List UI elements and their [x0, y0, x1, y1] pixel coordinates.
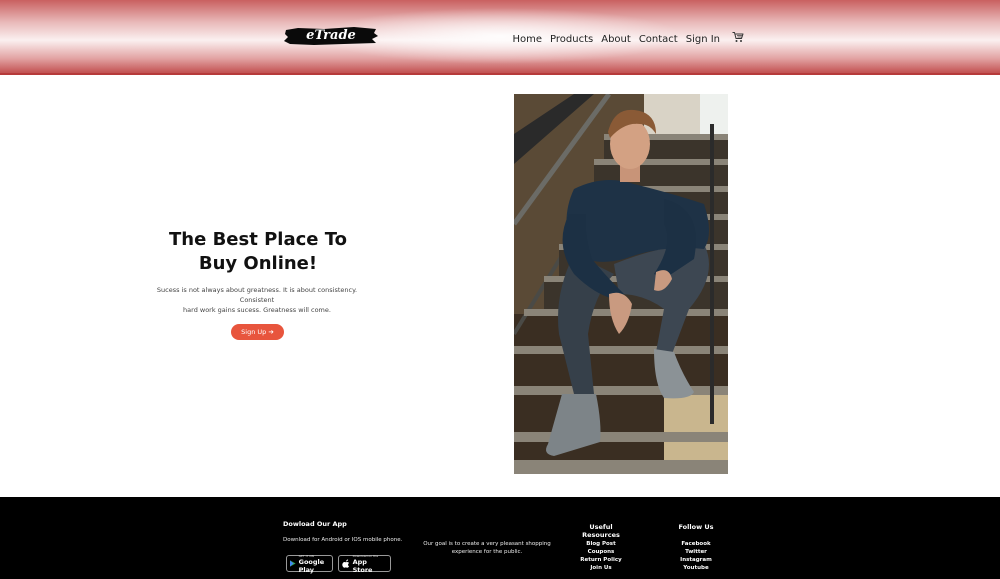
- hero-photo-illustration: [514, 94, 728, 474]
- footer-link-return-policy[interactable]: Return Policy: [572, 556, 630, 564]
- nav-about[interactable]: About: [601, 34, 631, 45]
- hero-image: [514, 94, 728, 474]
- hero-subtitle-line-1: Sucess is not always about greatness. It…: [156, 286, 358, 304]
- app-store-big: App Store: [352, 557, 373, 574]
- logo-text: eTrade: [306, 28, 356, 43]
- footer-link-youtube[interactable]: Youtube: [670, 564, 722, 572]
- apple-icon: [342, 559, 350, 568]
- nav-contact[interactable]: Contact: [639, 34, 678, 45]
- nav-home[interactable]: Home: [513, 34, 543, 45]
- hero-title-line-1: The Best Place To: [169, 229, 347, 250]
- footer-link-twitter[interactable]: Twitter: [670, 548, 722, 556]
- sign-up-button[interactable]: Sign Up ➔: [231, 324, 284, 340]
- footer-resources-list: Blog Post Coupons Return Policy Join Us: [572, 540, 630, 572]
- footer-link-coupons[interactable]: Coupons: [572, 548, 630, 556]
- cart-icon[interactable]: [732, 31, 744, 43]
- google-play-badge[interactable]: GET IT ON Google Play: [286, 554, 333, 574]
- google-play-text: GET IT ON Google Play: [299, 554, 329, 574]
- footer-app-heading: Dowload Our App: [283, 520, 347, 528]
- footer-link-instagram[interactable]: Instagram: [670, 556, 722, 564]
- hero-subtitle: Sucess is not always about greatness. It…: [142, 285, 372, 315]
- footer-link-join-us[interactable]: Join Us: [572, 564, 630, 572]
- footer-follow-heading: Follow Us: [678, 523, 714, 531]
- hero-subtitle-line-2: hard work gains sucess. Greatness will c…: [183, 306, 331, 314]
- nav-products[interactable]: Products: [550, 34, 593, 45]
- logo[interactable]: eTrade: [284, 26, 378, 46]
- hero-title-line-2: Buy Online!: [198, 253, 318, 274]
- footer-app-text: Download for Android or IOS mobile phone…: [283, 537, 403, 543]
- footer: Dowload Our App Download for Android or …: [0, 497, 1000, 579]
- footer-about-text: Our goal is to create a very pleasant sh…: [420, 540, 554, 556]
- footer-about-line-1: Our goal is to create a very pleasant sh…: [423, 541, 551, 547]
- nav-sign-in[interactable]: Sign In: [686, 34, 720, 45]
- app-store-badge[interactable]: Download on the App Store: [338, 554, 391, 574]
- footer-resources-heading: Useful Resources: [582, 523, 620, 539]
- hero-title: The Best Place To Buy Online!: [140, 228, 376, 276]
- footer-follow-list: Facebook Twitter Instagram Youtube: [670, 540, 722, 572]
- footer-link-blog-post[interactable]: Blog Post: [572, 540, 630, 548]
- main-nav: Home Products About Contact Sign In: [513, 30, 744, 48]
- header: eTrade Home Products About Contact Sign …: [0, 0, 1000, 75]
- footer-about-line-2: experience for the public.: [451, 549, 523, 555]
- google-play-big: Google Play: [298, 557, 325, 574]
- google-play-icon: [290, 560, 296, 567]
- app-store-text: Download on the App Store: [353, 554, 387, 574]
- header-shine: [0, 0, 1000, 75]
- footer-link-facebook[interactable]: Facebook: [670, 540, 722, 548]
